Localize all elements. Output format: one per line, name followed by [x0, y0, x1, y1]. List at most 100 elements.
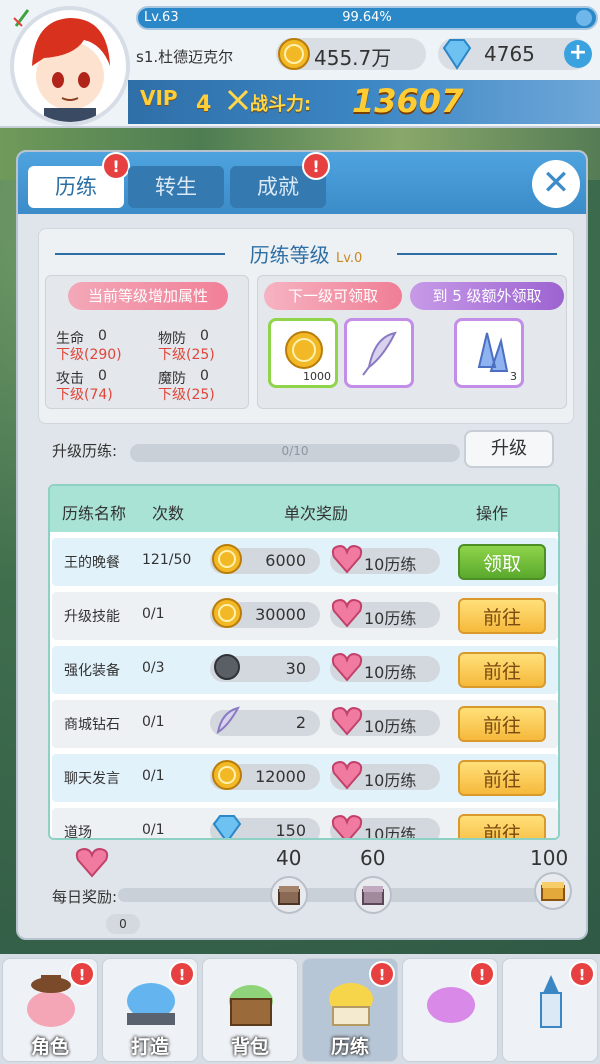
player-name: s1.杜德迈克尔: [136, 48, 234, 66]
next-reward-title: 下一级可领取: [264, 282, 402, 310]
reward-amount: 6000: [210, 544, 320, 574]
training-task-table: 历练名称 次数 单次奖励 操作 王的晚餐 121/50 6000 10历练 领取 升级技能…: [48, 484, 560, 840]
reward-exp: 10历练: [330, 760, 440, 790]
training-level-box: 历练等级 Lv.0 当前等级增加属性 生命 0 下级(290) 物防 0 下级(…: [38, 228, 574, 424]
reward-value: 12000: [255, 767, 306, 786]
upgrade-progress-text: 0/10: [281, 444, 309, 458]
reward-exp: 10历练: [330, 544, 440, 574]
go-button[interactable]: 前往: [458, 706, 546, 742]
gold-coin-icon: [212, 598, 242, 628]
exp-icon: [330, 596, 364, 634]
nav-training-badge: !: [369, 961, 395, 987]
reward-value: 2: [295, 713, 306, 732]
diamond-counter: 4765 +: [438, 38, 592, 70]
nav-item-6[interactable]: !: [502, 958, 598, 1062]
table-header: 历练名称 次数 单次奖励 操作: [50, 486, 558, 532]
exp-bar-end-cap: [576, 10, 592, 26]
diamond-icon: [212, 815, 242, 838]
training-level-value: Lv.0: [336, 251, 363, 266]
daily-reward-bar: 每日奖励: 0 40 60 100: [0, 844, 600, 954]
add-diamond-button[interactable]: +: [564, 40, 592, 68]
reward-exp: 10历练: [330, 598, 440, 628]
nav-training-label: 历练: [330, 1036, 369, 1058]
exp-icon: [330, 704, 364, 742]
nav-backpack[interactable]: 背包: [202, 958, 298, 1062]
power-label: 战斗力:: [250, 94, 312, 115]
vip-label[interactable]: VIP: [140, 86, 178, 110]
upgrade-progress-bar: 0/10: [130, 444, 460, 462]
header-count: 次数: [152, 504, 185, 523]
daily-progress-bar: [118, 888, 558, 902]
nav-item-5-badge: !: [469, 961, 495, 987]
tab-rebirth[interactable]: 转生: [128, 166, 224, 208]
bonus-reward-title: 到 5 级额外领取: [410, 282, 564, 310]
reward-icon: [210, 812, 244, 838]
diamond-value: 4765: [484, 42, 535, 66]
nav-training[interactable]: ! 历练: [302, 958, 398, 1062]
chest-icon: [362, 886, 384, 905]
exp-percent: 99.64%: [342, 10, 392, 25]
task-count: 0/3: [142, 660, 165, 676]
heart-icon: [331, 760, 363, 790]
daily-chest-100[interactable]: [534, 872, 572, 910]
upgrade-label: 升级历练:: [52, 442, 118, 460]
close-button[interactable]: ✕: [532, 160, 580, 208]
nav-character-badge: !: [69, 961, 95, 987]
header-action: 操作: [476, 504, 509, 523]
exp-value: 10历练: [364, 771, 417, 790]
player-header: Lv.63 99.64% s1.杜德迈克尔 455.7万 4765 + VIP …: [0, 0, 600, 128]
go-button[interactable]: 前往: [458, 814, 546, 838]
bottom-nav: ! 角色 ! 打造 背包 ! 历练 ! !: [0, 954, 600, 1064]
go-button[interactable]: 前往: [458, 652, 546, 688]
gold-coin-icon: [285, 331, 323, 369]
nav-forge[interactable]: ! 打造: [102, 958, 198, 1062]
reward-slot-feather[interactable]: [344, 318, 414, 388]
attr-pdef-next: 下级(25): [158, 347, 215, 363]
reward-slot-gold[interactable]: 1000: [268, 318, 338, 388]
go-button[interactable]: 前往: [458, 598, 546, 634]
reward-amount: 150: [210, 815, 320, 840]
nav-item-5[interactable]: !: [402, 958, 498, 1062]
reward-exp: 10历练: [330, 706, 440, 736]
nav-forge-badge: !: [169, 961, 195, 987]
crossed-swords-icon: [227, 89, 249, 111]
reward-value: 150: [275, 821, 306, 840]
heart-icon: [331, 814, 363, 838]
task-name: 升级技能: [64, 609, 120, 625]
daily-chest-40[interactable]: [270, 876, 308, 914]
exp-icon: [330, 542, 364, 580]
bonus-slot-crystal[interactable]: 3: [454, 318, 524, 388]
reward-exp: 10历练: [330, 814, 440, 838]
header-reward: 单次奖励: [284, 504, 349, 523]
task-name: 聊天发言: [64, 771, 120, 787]
stone-icon: [214, 654, 240, 680]
reward-value: 30: [285, 659, 306, 678]
daily-chest-60[interactable]: [354, 876, 392, 914]
attr-atk-value: 0: [98, 368, 107, 384]
current-attributes-card: 当前等级增加属性 生命 0 下级(290) 物防 0 下级(25) 攻击 0 下…: [45, 275, 249, 409]
upgrade-button[interactable]: 升级: [464, 430, 554, 468]
daily-reward-label: 每日奖励:: [52, 888, 118, 906]
nav-forge-label: 打造: [130, 1036, 169, 1058]
nav-item-6-badge: !: [569, 961, 595, 987]
level-rewards-card: 下一级可领取 到 5 级额外领取 1000 3: [257, 275, 567, 409]
task-name: 强化装备: [64, 663, 120, 679]
task-name: 道场: [64, 825, 92, 840]
reward-amount: 2: [210, 706, 320, 736]
gold-coin-icon: [212, 760, 242, 790]
reward-icon: [210, 596, 244, 634]
heart-icon: [331, 652, 363, 682]
attr-atk-next: 下级(74): [56, 387, 113, 403]
exp-value: 10历练: [364, 717, 417, 736]
table-row: 商城钻石 0/1 2 10历练 前往: [52, 700, 558, 748]
gold-coin-icon: [278, 38, 310, 70]
claim-button[interactable]: 领取: [458, 544, 546, 580]
go-button[interactable]: 前往: [458, 760, 546, 796]
nav-character[interactable]: ! 角色: [2, 958, 98, 1062]
feather-icon: [216, 706, 240, 735]
reward-value: 6000: [265, 551, 306, 570]
crystal-icon: [477, 332, 509, 372]
training-level-title-text: 历练等级: [249, 243, 330, 267]
heart-icon: [331, 544, 363, 574]
panel-tab-bar: 历练 ! 转生 成就 ! ✕: [18, 152, 586, 214]
